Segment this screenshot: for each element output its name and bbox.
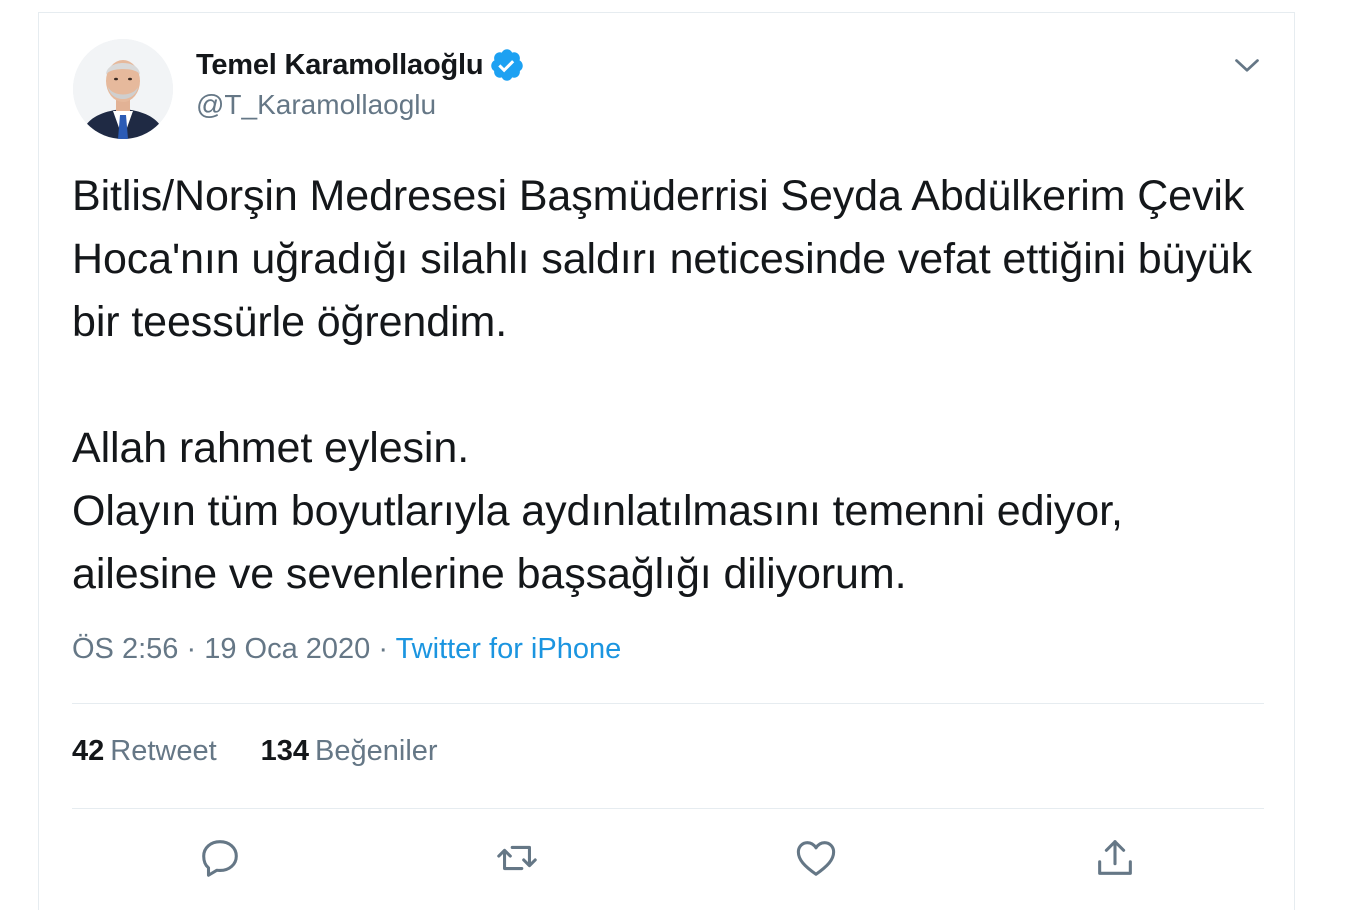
tweet-paragraph: Bitlis/Norşin Medresesi Başmüderrisi Sey… [72, 172, 1253, 346]
user-handle[interactable]: @T_Karamollaoglu [196, 89, 436, 121]
avatar-image [73, 39, 173, 139]
divider [72, 808, 1264, 809]
retweets-count: 42 [72, 735, 105, 767]
user-name-row: Temel Karamollaoğlu [196, 47, 525, 83]
retweets-label: Retweet [110, 735, 217, 767]
tweet-text: Bitlis/Norşin Medresesi Başmüderrisi Sey… [72, 165, 1272, 606]
tweet-meta: ÖS 2:56 · 19 Oca 2020 · Twitter for iPho… [72, 633, 621, 666]
avatar[interactable] [73, 39, 173, 139]
tweet-menu-button[interactable] [1229, 47, 1265, 83]
reply-icon [202, 840, 238, 877]
likes-label: Beğeniler [315, 735, 438, 767]
like-button[interactable] [793, 835, 839, 881]
tweet-paragraph: Allah rahmet eylesin. [72, 424, 470, 472]
meta-separator: · [186, 633, 197, 665]
heart-icon [796, 841, 836, 876]
tweet-card: Temel Karamollaoğlu @T_Karamollaoglu Bit… [38, 12, 1295, 910]
share-icon [1098, 840, 1132, 875]
reply-button[interactable] [197, 835, 243, 881]
tweet-paragraph: Olayın tüm boyutlarıyla aydınlatılmasını… [72, 487, 1123, 598]
tweet-stats: 42 Retweet 134 Beğeniler [72, 735, 438, 768]
tweet-time[interactable]: ÖS 2:56 [72, 633, 178, 665]
likes-stat[interactable]: 134 Beğeniler [261, 735, 438, 768]
retweet-button[interactable] [494, 835, 540, 881]
meta-separator: · [378, 633, 389, 665]
share-button[interactable] [1092, 835, 1138, 881]
divider [72, 703, 1264, 704]
retweets-stat[interactable]: 42 Retweet [72, 735, 217, 768]
tweet-source-link[interactable]: Twitter for iPhone [396, 633, 622, 665]
tweet-actions [39, 835, 1294, 885]
chevron-down-icon [1235, 59, 1259, 72]
retweet-icon [497, 845, 537, 871]
likes-count: 134 [260, 735, 310, 767]
user-display-name[interactable]: Temel Karamollaoğlu [196, 49, 484, 82]
verified-badge-icon [491, 49, 524, 81]
tweet-date[interactable]: 19 Oca 2020 [204, 633, 370, 665]
